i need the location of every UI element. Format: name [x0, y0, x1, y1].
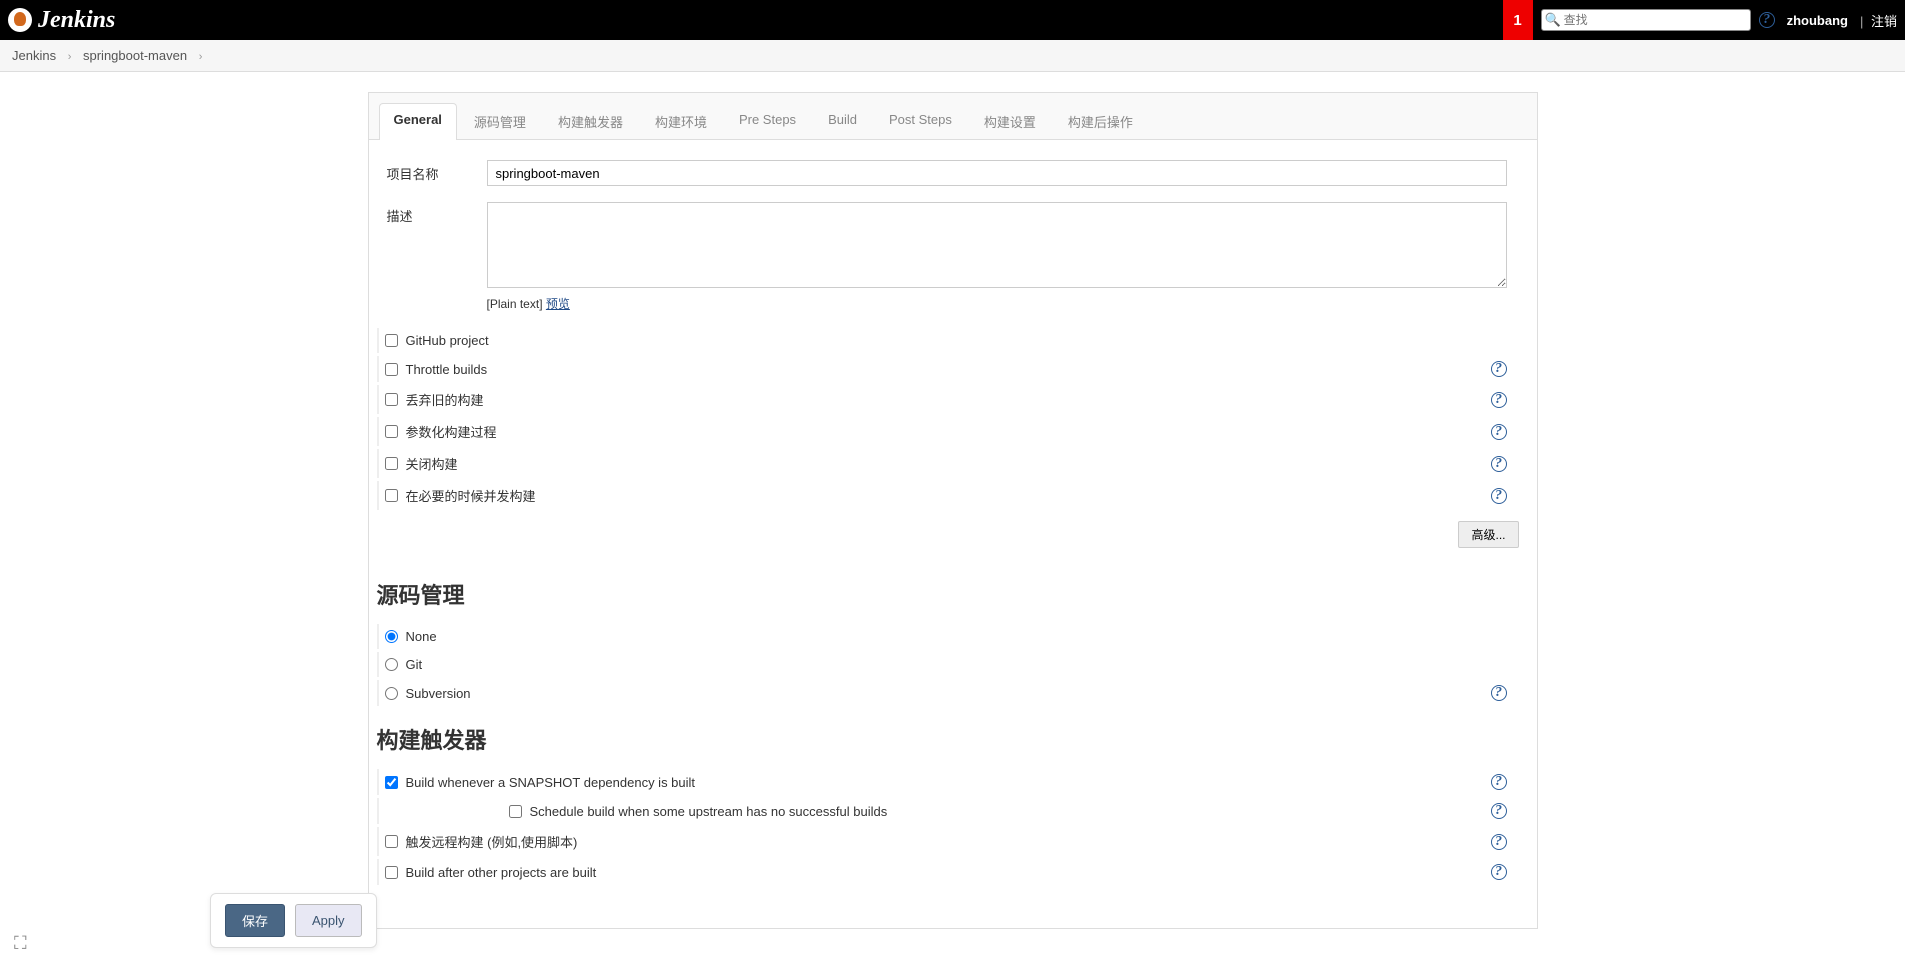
scm-section: None Git Subversion ?: [369, 624, 1537, 706]
after-other-label: Build after other projects are built: [406, 865, 1491, 880]
scm-none-radio[interactable]: [385, 630, 398, 643]
throttle-builds-label: Throttle builds: [406, 362, 1491, 377]
search-input[interactable]: [1541, 9, 1751, 31]
remote-trigger-label: 触发远程构建 (例如,使用脚本): [406, 832, 1491, 851]
disable-build-checkbox[interactable]: [385, 457, 398, 470]
help-icon[interactable]: ?: [1491, 392, 1507, 408]
apply-button[interactable]: Apply: [295, 904, 362, 937]
help-icon[interactable]: ?: [1491, 834, 1507, 850]
snapshot-trigger-checkbox[interactable]: [385, 776, 398, 789]
scm-none-label: None: [406, 629, 1507, 644]
username-link[interactable]: zhoubang: [1787, 13, 1848, 28]
top-header: Jenkins 1 🔍 ? zhoubang 注销: [0, 0, 1905, 40]
scm-heading: 源码管理: [369, 564, 1537, 624]
tab-pre-steps[interactable]: Pre Steps: [724, 103, 811, 139]
plain-text-label: [Plain text]: [487, 297, 543, 311]
save-button[interactable]: 保存: [225, 904, 285, 937]
tab-build[interactable]: Build: [813, 103, 872, 139]
scm-svn-radio[interactable]: [385, 687, 398, 700]
chevron-right-icon: ›: [199, 51, 203, 63]
preview-link[interactable]: 预览: [546, 297, 570, 311]
tab-post-build[interactable]: 构建后操作: [1053, 103, 1148, 139]
expand-icon[interactable]: ⛶: [14, 933, 27, 954]
parameterized-checkbox[interactable]: [385, 425, 398, 438]
logo[interactable]: Jenkins: [8, 7, 115, 34]
triggers-heading: 构建触发器: [369, 709, 1537, 769]
button-bar: 保存 Apply: [210, 893, 377, 948]
scm-svn-label: Subversion: [406, 686, 1491, 701]
github-project-checkbox[interactable]: [385, 334, 398, 347]
breadcrumbs: Jenkins › springboot-maven ›: [0, 40, 1905, 72]
scm-git-radio[interactable]: [385, 658, 398, 671]
config-form: General 源码管理 构建触发器 构建环境 Pre Steps Build …: [368, 92, 1538, 929]
triggers-section: Build whenever a SNAPSHOT dependency is …: [369, 769, 1537, 885]
tab-build-settings[interactable]: 构建设置: [969, 103, 1051, 139]
help-icon[interactable]: ?: [1491, 864, 1507, 880]
help-icon[interactable]: ?: [1491, 685, 1507, 701]
scm-git-label: Git: [406, 657, 1507, 672]
discard-old-label: 丢弃旧的构建: [406, 390, 1491, 409]
logout-link[interactable]: 注销: [1860, 11, 1897, 30]
tab-bar: General 源码管理 构建触发器 构建环境 Pre Steps Build …: [369, 93, 1537, 140]
github-project-label: GitHub project: [406, 333, 1507, 348]
help-icon[interactable]: ?: [1491, 424, 1507, 440]
jenkins-icon: [8, 8, 32, 32]
chevron-right-icon: ›: [68, 51, 72, 63]
discard-old-checkbox[interactable]: [385, 393, 398, 406]
general-checkboxes: GitHub project Throttle builds ? 丢弃旧的构建 …: [369, 328, 1537, 510]
breadcrumb-item-0[interactable]: Jenkins: [12, 48, 56, 63]
tab-post-steps[interactable]: Post Steps: [874, 103, 967, 139]
logo-text: Jenkins: [38, 7, 115, 34]
tab-build-env[interactable]: 构建环境: [640, 103, 722, 139]
help-icon[interactable]: ?: [1491, 488, 1507, 504]
tab-general[interactable]: General: [379, 103, 457, 140]
tab-scm[interactable]: 源码管理: [459, 103, 541, 139]
schedule-upstream-label: Schedule build when some upstream has no…: [530, 804, 1491, 819]
snapshot-trigger-label: Build whenever a SNAPSHOT dependency is …: [406, 775, 1491, 790]
concurrent-build-checkbox[interactable]: [385, 489, 398, 502]
concurrent-build-label: 在必要的时候并发构建: [406, 486, 1491, 505]
help-icon[interactable]: ?: [1491, 803, 1507, 819]
remote-trigger-checkbox[interactable]: [385, 835, 398, 848]
advanced-button[interactable]: 高级...: [1458, 521, 1518, 548]
search-icon: 🔍: [1545, 12, 1561, 28]
breadcrumb-item-1[interactable]: springboot-maven: [83, 48, 187, 63]
help-icon[interactable]: ?: [1491, 456, 1507, 472]
after-other-checkbox[interactable]: [385, 866, 398, 879]
general-section: 项目名称 描述 [Plain text] 预览: [369, 140, 1537, 312]
tab-triggers[interactable]: 构建触发器: [543, 103, 638, 139]
help-icon[interactable]: ?: [1491, 774, 1507, 790]
search-help-icon[interactable]: ?: [1759, 12, 1775, 28]
project-name-label: 项目名称: [377, 160, 487, 186]
description-input[interactable]: [487, 202, 1507, 288]
notification-badge[interactable]: 1: [1503, 0, 1533, 40]
parameterized-label: 参数化构建过程: [406, 422, 1491, 441]
description-label: 描述: [377, 202, 487, 312]
schedule-upstream-checkbox[interactable]: [509, 805, 522, 818]
search-box: 🔍: [1541, 9, 1751, 31]
project-name-input[interactable]: [487, 160, 1507, 186]
throttle-builds-checkbox[interactable]: [385, 363, 398, 376]
disable-build-label: 关闭构建: [406, 454, 1491, 473]
help-icon[interactable]: ?: [1491, 361, 1507, 377]
